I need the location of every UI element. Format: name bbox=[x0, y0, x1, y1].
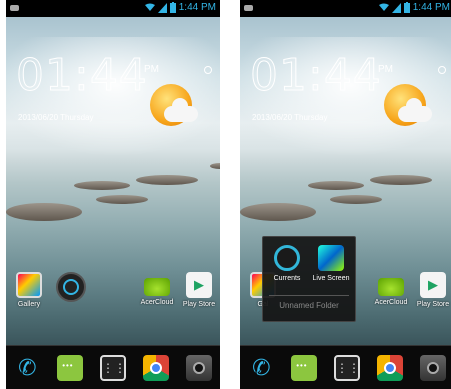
battery-icon bbox=[169, 2, 176, 13]
apps-drawer-icon[interactable]: ⋮⋮ bbox=[333, 355, 360, 381]
dock: ✆ ⋮⋮ bbox=[6, 345, 220, 389]
gallery-icon bbox=[16, 272, 42, 298]
clock-date: 2013/06/20 Thursday bbox=[18, 113, 94, 122]
clock-date: 2013/06/20 Thursday bbox=[252, 113, 328, 122]
apps-drawer-icon[interactable]: ⋮⋮ bbox=[99, 355, 126, 381]
camera-icon[interactable] bbox=[185, 355, 212, 381]
status-time: 1:44 PM bbox=[178, 2, 216, 13]
clock-widget[interactable]: 01:44 PM bbox=[250, 50, 393, 102]
status-time: 1:44 PM bbox=[412, 2, 450, 13]
app-play-store[interactable]: Play Store bbox=[182, 272, 216, 308]
battery-icon bbox=[403, 2, 410, 13]
dock: ✆ ⋮⋮ bbox=[240, 345, 451, 389]
folder-icon bbox=[56, 272, 86, 302]
app-acercloud[interactable]: AcerCloud bbox=[140, 272, 174, 306]
chrome-icon[interactable] bbox=[376, 355, 403, 381]
play-store-icon bbox=[186, 272, 212, 298]
app-gallery[interactable]: Gallery bbox=[12, 272, 46, 308]
notification-icon bbox=[244, 5, 253, 11]
clock-ampm: PM bbox=[378, 64, 393, 75]
notification-icon bbox=[10, 5, 19, 11]
folder-item-label: Currents bbox=[273, 275, 301, 282]
status-bar: 1:44 PM bbox=[6, 0, 220, 17]
signal-icon bbox=[391, 2, 401, 13]
clock-time: 01:44 bbox=[16, 50, 148, 102]
app-label: Play Store bbox=[182, 301, 216, 308]
currents-icon bbox=[274, 245, 300, 271]
folder-item-label: Live Screen bbox=[312, 275, 350, 282]
acercloud-icon bbox=[144, 278, 170, 296]
messaging-icon[interactable] bbox=[291, 355, 318, 381]
clock-widget[interactable]: 01:44 PM bbox=[16, 50, 159, 102]
app-label: Play Store bbox=[416, 301, 450, 308]
clock-ampm: PM bbox=[144, 64, 159, 75]
phone-icon[interactable]: ✆ bbox=[248, 355, 274, 381]
left-screenshot: 1:44 PM 01:44 PM 2013/06/20 Thursday Gal… bbox=[6, 0, 220, 389]
app-acercloud[interactable]: AcerCloud bbox=[374, 272, 408, 306]
weather-sun-icon[interactable] bbox=[144, 80, 200, 136]
right-screenshot: 1:44 PM 01:44 PM 2013/06/20 Thursday Gal… bbox=[240, 0, 451, 389]
app-label: AcerCloud bbox=[374, 299, 408, 306]
widget-settings-icon[interactable] bbox=[438, 66, 446, 74]
app-folder[interactable] bbox=[54, 272, 88, 302]
folder-popup: Currents Live Screen Unnamed Folder bbox=[262, 236, 356, 322]
live-screen-icon bbox=[318, 245, 344, 271]
messaging-icon[interactable] bbox=[57, 355, 84, 381]
widget-settings-icon[interactable] bbox=[204, 66, 212, 74]
camera-icon[interactable] bbox=[419, 355, 446, 381]
app-play-store[interactable]: Play Store bbox=[416, 272, 450, 308]
chrome-icon[interactable] bbox=[142, 355, 169, 381]
folder-item-currents[interactable]: Currents bbox=[265, 245, 309, 282]
folder-item-live-screen[interactable]: Live Screen bbox=[309, 245, 353, 282]
wifi-icon bbox=[378, 3, 389, 11]
phone-icon[interactable]: ✆ bbox=[14, 355, 40, 381]
folder-name-field[interactable]: Unnamed Folder bbox=[263, 301, 355, 310]
weather-sun-icon[interactable] bbox=[378, 80, 434, 136]
signal-icon bbox=[157, 2, 167, 13]
app-label: AcerCloud bbox=[140, 299, 174, 306]
clock-time: 01:44 bbox=[250, 50, 382, 102]
wifi-icon bbox=[144, 3, 155, 11]
play-store-icon bbox=[420, 272, 446, 298]
divider bbox=[269, 295, 349, 296]
acercloud-icon bbox=[378, 278, 404, 296]
app-label: Gallery bbox=[17, 301, 41, 308]
status-bar: 1:44 PM bbox=[240, 0, 451, 17]
